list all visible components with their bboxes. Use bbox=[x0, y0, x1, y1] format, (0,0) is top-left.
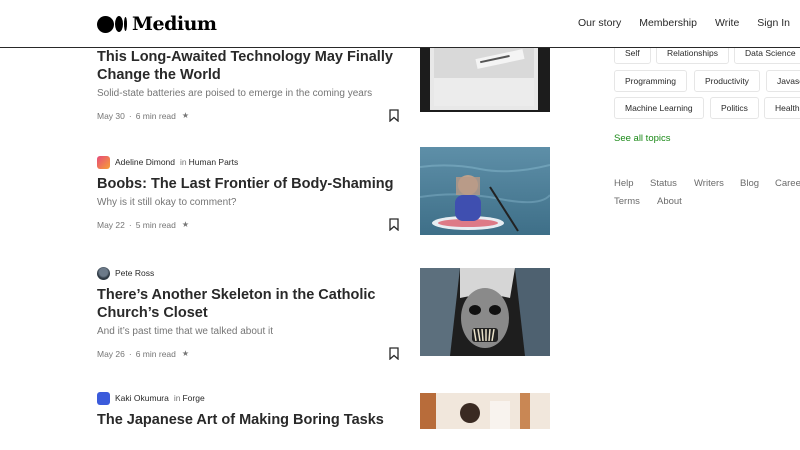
footer-link-help[interactable]: Help bbox=[614, 178, 634, 189]
member-star-icon: ★ bbox=[181, 220, 190, 229]
article-meta: May 30 · 6 min read ★ bbox=[97, 109, 399, 122]
publication-name[interactable]: Forge bbox=[182, 393, 204, 403]
member-star-icon: ★ bbox=[181, 349, 190, 358]
read-time: 6 min read bbox=[135, 348, 176, 359]
article-subtitle: Why is it still okay to comment? bbox=[97, 197, 237, 208]
article-card[interactable]: Pete Ross There’s Another Skeleton in th… bbox=[97, 266, 551, 360]
article-subtitle: And it’s past time that we talked about … bbox=[97, 326, 274, 337]
footer-link-careers[interactable]: Careers bbox=[775, 178, 800, 189]
article-meta: May 26 · 6 min read ★ bbox=[97, 347, 399, 360]
footer-link-about[interactable]: About bbox=[657, 196, 682, 207]
article-thumbnail[interactable] bbox=[420, 268, 550, 356]
publication-avatar[interactable] bbox=[97, 155, 110, 169]
article-date: May 22 bbox=[97, 219, 125, 230]
topic-tag[interactable]: Productivity bbox=[694, 70, 760, 92]
topic-tag[interactable]: Machine Learning bbox=[614, 97, 704, 119]
meta-separator: · bbox=[128, 219, 132, 230]
meta-separator: · bbox=[128, 110, 132, 121]
article-card[interactable]: This Long-Awaited Technology May Finally… bbox=[97, 38, 551, 122]
nav-write[interactable]: Write bbox=[715, 17, 739, 29]
bookmark-icon[interactable] bbox=[389, 347, 399, 360]
article-title[interactable]: The Japanese Art of Making Boring Tasks bbox=[97, 411, 437, 429]
article-title[interactable]: There’s Another Skeleton in the Catholic… bbox=[97, 286, 387, 322]
author-name[interactable]: Pete Ross bbox=[115, 268, 154, 278]
footer-link-blog[interactable]: Blog bbox=[740, 178, 759, 189]
bookmark-icon[interactable] bbox=[389, 218, 399, 231]
article-card[interactable]: Kaki Okumura in Forge The Japanese Art o… bbox=[97, 391, 551, 429]
article-title[interactable]: This Long-Awaited Technology May Finally… bbox=[97, 48, 397, 84]
nav-our-story[interactable]: Our story bbox=[578, 17, 621, 29]
in-label: in bbox=[180, 157, 187, 167]
publication-avatar[interactable] bbox=[97, 391, 110, 405]
logo-text: Medium bbox=[132, 13, 217, 35]
publication-name[interactable]: Human Parts bbox=[189, 157, 239, 167]
article-thumbnail[interactable] bbox=[420, 393, 550, 429]
topic-tag[interactable]: Health bbox=[764, 97, 800, 119]
author-name[interactable]: Adeline Dimond bbox=[115, 157, 175, 167]
article-title[interactable]: Boobs: The Last Frontier of Body-Shaming bbox=[97, 175, 407, 193]
nav-sign-in[interactable]: Sign In bbox=[757, 17, 790, 29]
author-avatar[interactable] bbox=[97, 266, 110, 280]
bookmark-icon[interactable] bbox=[389, 109, 399, 122]
article-date: May 26 bbox=[97, 348, 125, 359]
member-star-icon: ★ bbox=[181, 111, 190, 120]
meta-separator: · bbox=[128, 348, 132, 359]
see-all-topics-link[interactable]: See all topics bbox=[614, 133, 671, 144]
article-thumbnail[interactable] bbox=[420, 147, 550, 235]
medium-logo[interactable]: Medium bbox=[97, 13, 217, 35]
nav-membership[interactable]: Membership bbox=[639, 17, 697, 29]
footer-link-status[interactable]: Status bbox=[650, 178, 677, 189]
article-meta: May 22 · 5 min read ★ bbox=[97, 218, 399, 231]
topic-tag[interactable]: Programming bbox=[614, 70, 688, 92]
read-time: 5 min read bbox=[135, 219, 176, 230]
article-date: May 30 bbox=[97, 110, 125, 121]
article-subtitle: Solid-state batteries are poised to emer… bbox=[97, 88, 373, 99]
topic-tag[interactable]: Javascript bbox=[766, 70, 800, 92]
footer-link-terms[interactable]: Terms bbox=[614, 196, 640, 207]
article-thumbnail[interactable] bbox=[420, 38, 550, 126]
footer-link-writers[interactable]: Writers bbox=[694, 178, 724, 189]
author-name[interactable]: Kaki Okumura bbox=[115, 393, 169, 403]
read-time: 6 min read bbox=[135, 110, 176, 121]
header-nav: Our story Membership Write Sign In bbox=[560, 17, 790, 29]
top-navbar: Medium Our story Membership Write Sign I… bbox=[0, 0, 800, 48]
topic-tag[interactable]: Politics bbox=[710, 97, 759, 119]
in-label: in bbox=[173, 393, 181, 403]
medium-logo-icon bbox=[97, 15, 127, 33]
article-card[interactable]: Adeline Dimond in Human Parts Boobs: The… bbox=[97, 147, 551, 235]
